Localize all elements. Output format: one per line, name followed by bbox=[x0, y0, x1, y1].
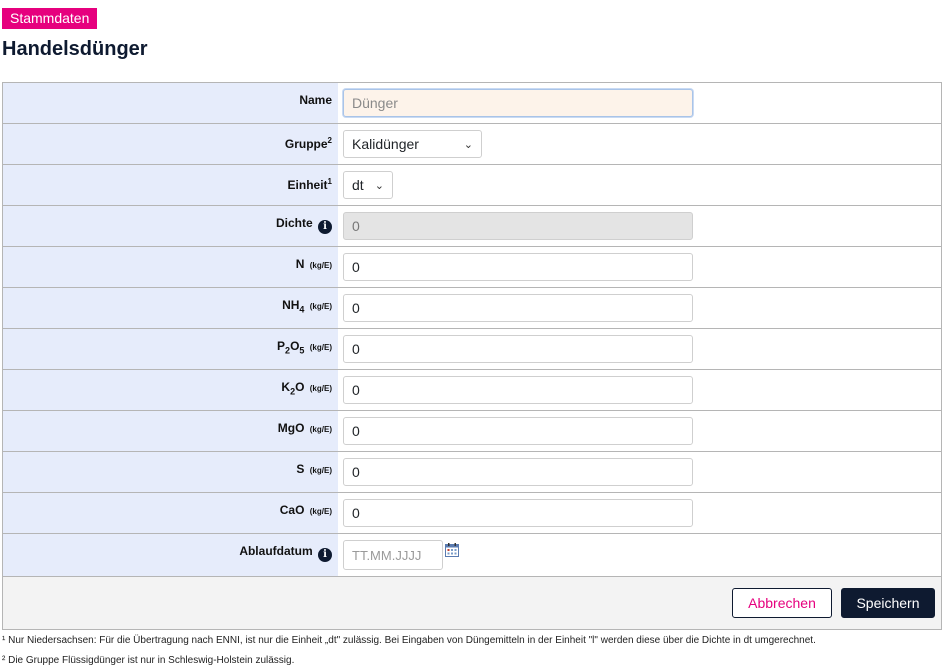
ablaufdatum-label: Ablaufdatum i bbox=[3, 534, 338, 576]
cao-input[interactable] bbox=[343, 499, 693, 527]
einheit-label: Einheit1 bbox=[3, 165, 338, 205]
k2o-label: K2O (kg/E) bbox=[3, 370, 338, 410]
save-button[interactable]: Speichern bbox=[841, 588, 935, 618]
chevron-down-icon: ⌄ bbox=[463, 138, 473, 151]
form-row-nh4: NH4 (kg/E) bbox=[3, 288, 941, 329]
info-icon[interactable]: i bbox=[318, 220, 332, 234]
name-input[interactable] bbox=[343, 89, 693, 117]
mgo-input[interactable] bbox=[343, 417, 693, 445]
gruppe-label: Gruppe2 bbox=[3, 124, 338, 164]
footnote-group: ² Die Gruppe Flüssigdünger ist nur in Sc… bbox=[2, 655, 295, 666]
dichte-input bbox=[343, 212, 693, 240]
gruppe-selected-value: Kalidünger bbox=[352, 136, 419, 152]
form-row-p2o5: P2O5 (kg/E) bbox=[3, 329, 941, 370]
calendar-icon[interactable] bbox=[445, 543, 459, 562]
info-icon[interactable]: i bbox=[318, 548, 332, 562]
form-row-cao: CaO (kg/E) bbox=[3, 493, 941, 534]
form-row-ablaufdatum: Ablaufdatum i bbox=[3, 534, 941, 577]
section-badge: Stammdaten bbox=[2, 8, 98, 29]
form-row-einheit: Einheit1 dt ⌄ bbox=[3, 165, 941, 206]
dichte-label: Dichte i bbox=[3, 206, 338, 246]
page-title: Handelsdünger bbox=[2, 38, 148, 60]
footnote-unit: ¹ Nur Niedersachsen: Für die Übertragung… bbox=[2, 635, 816, 646]
einheit-selected-value: dt bbox=[352, 177, 364, 193]
p2o5-label: P2O5 (kg/E) bbox=[3, 329, 338, 369]
n-input[interactable] bbox=[343, 253, 693, 281]
form-row-s: S (kg/E) bbox=[3, 452, 941, 493]
nh4-label: NH4 (kg/E) bbox=[3, 288, 338, 328]
nh4-input[interactable] bbox=[343, 294, 693, 322]
gruppe-select[interactable]: Kalidünger ⌄ bbox=[343, 130, 482, 158]
ablaufdatum-input[interactable] bbox=[343, 540, 443, 570]
fertilizer-form: Name Gruppe2 Kalidünger ⌄ Einheit1 dt ⌄ … bbox=[2, 82, 942, 630]
s-label: S (kg/E) bbox=[3, 452, 338, 492]
form-row-name: Name bbox=[3, 83, 941, 124]
name-label: Name bbox=[3, 83, 338, 123]
form-row-mgo: MgO (kg/E) bbox=[3, 411, 941, 452]
n-label: N (kg/E) bbox=[3, 247, 338, 287]
p2o5-input[interactable] bbox=[343, 335, 693, 363]
cao-label: CaO (kg/E) bbox=[3, 493, 338, 533]
mgo-label: MgO (kg/E) bbox=[3, 411, 338, 451]
form-row-gruppe: Gruppe2 Kalidünger ⌄ bbox=[3, 124, 941, 165]
s-input[interactable] bbox=[343, 458, 693, 486]
chevron-down-icon: ⌄ bbox=[374, 179, 384, 192]
form-row-n: N (kg/E) bbox=[3, 247, 941, 288]
cancel-button[interactable]: Abbrechen bbox=[732, 588, 832, 618]
form-row-dichte: Dichte i bbox=[3, 206, 941, 247]
form-row-k2o: K2O (kg/E) bbox=[3, 370, 941, 411]
k2o-input[interactable] bbox=[343, 376, 693, 404]
form-actions: Abbrechen Speichern bbox=[3, 577, 941, 629]
einheit-select[interactable]: dt ⌄ bbox=[343, 171, 393, 199]
